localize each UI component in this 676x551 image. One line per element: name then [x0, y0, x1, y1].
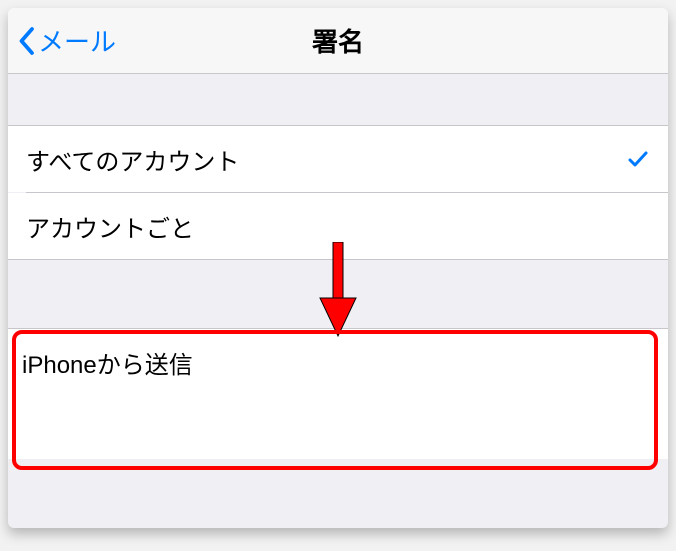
- back-button[interactable]: メール: [8, 22, 116, 59]
- checkmark-icon: [626, 147, 650, 171]
- chevron-left-icon: [16, 26, 36, 56]
- settings-screen: メール 署名 すべてのアカウント アカウントごと iPhoneから送信: [8, 8, 668, 528]
- navigation-bar: メール 署名: [8, 8, 668, 74]
- page-title: 署名: [312, 22, 364, 59]
- section-spacer: [8, 259, 668, 329]
- signature-text-field[interactable]: iPhoneから送信: [8, 329, 668, 459]
- back-label: メール: [38, 22, 116, 59]
- option-label: アカウントごと: [26, 209, 194, 244]
- option-label: すべてのアカウント: [26, 142, 239, 177]
- signature-text: iPhoneから送信: [22, 352, 193, 379]
- section-spacer: [8, 74, 668, 126]
- option-per-account[interactable]: アカウントごと: [8, 193, 668, 259]
- option-all-accounts[interactable]: すべてのアカウント: [8, 126, 668, 192]
